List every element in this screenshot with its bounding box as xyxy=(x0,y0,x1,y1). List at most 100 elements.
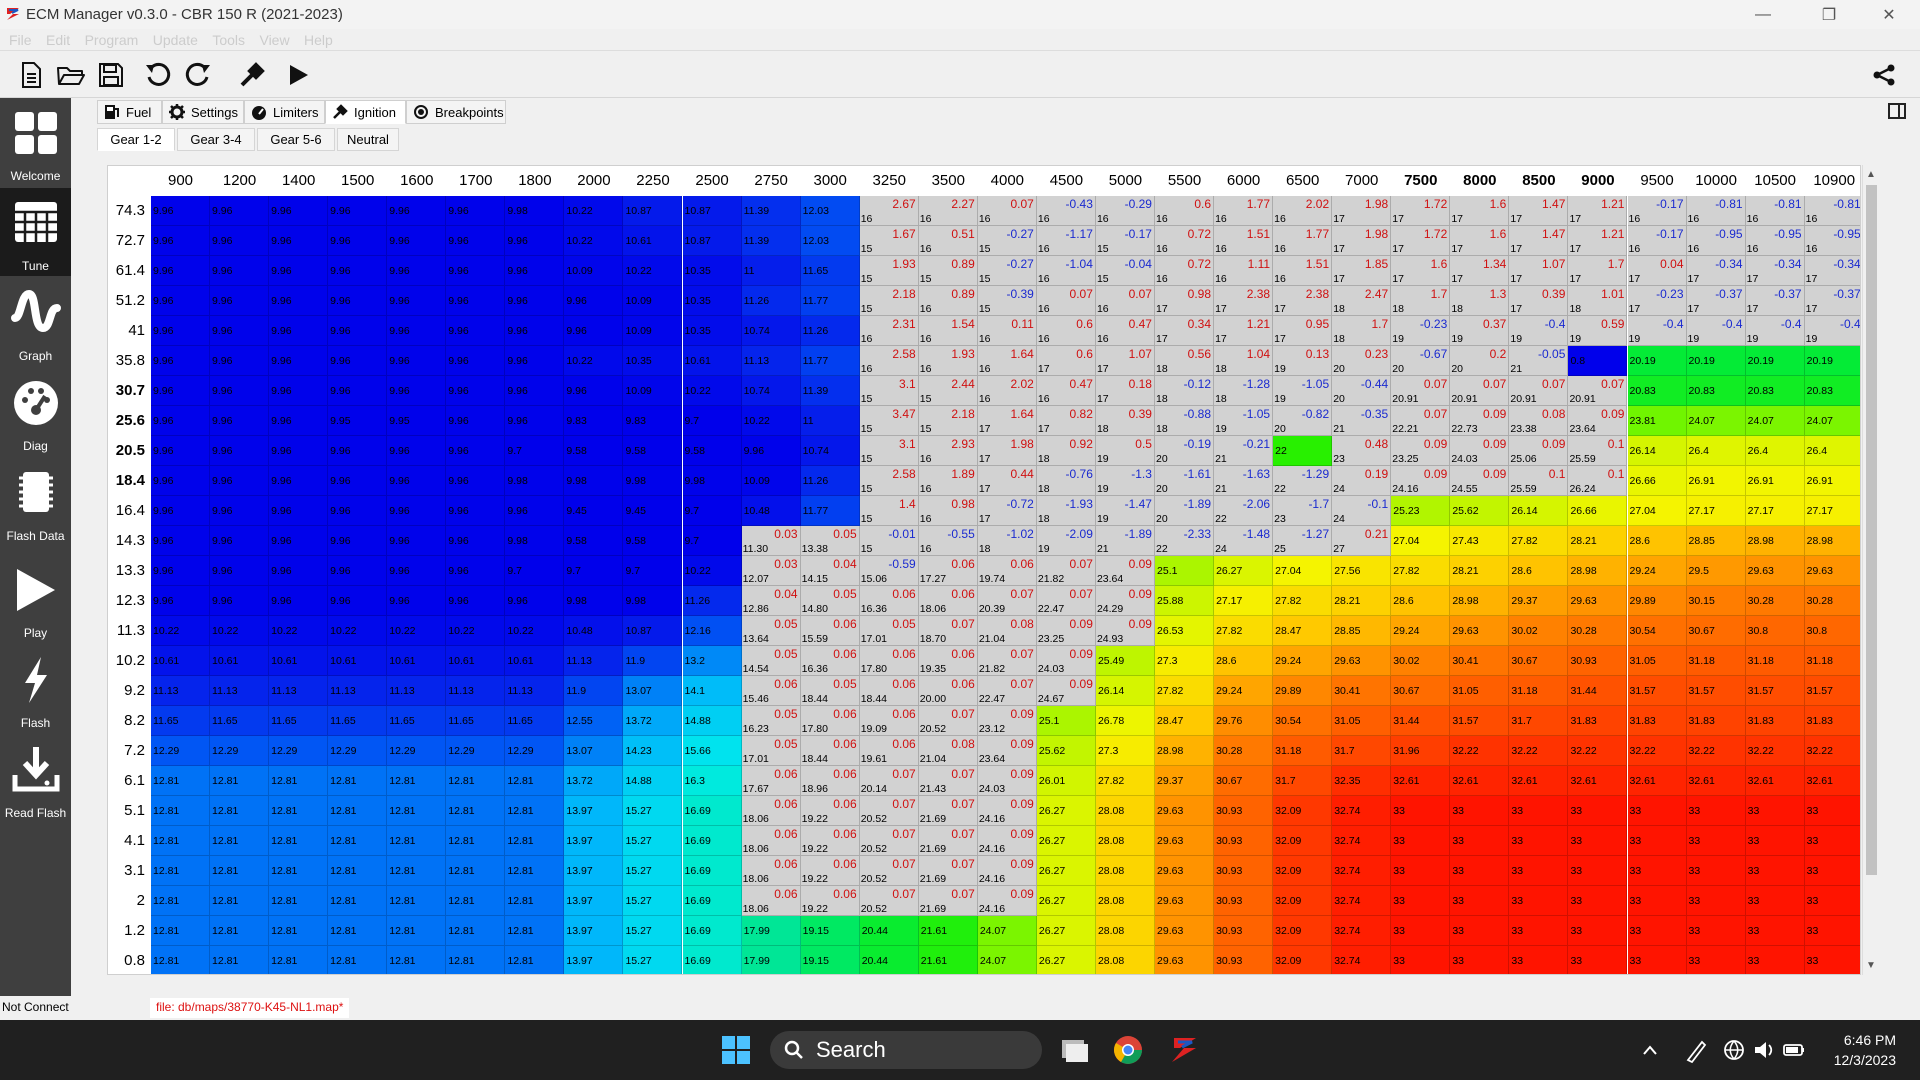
table-cell[interactable]: 27.82 xyxy=(1509,526,1569,556)
table-cell[interactable]: 33 xyxy=(1804,826,1860,856)
table-cell[interactable]: 27.3 xyxy=(1095,736,1155,766)
table-cell[interactable]: 11.26 xyxy=(800,316,860,346)
table-cell[interactable]: 10.61 xyxy=(269,646,329,676)
table-cell[interactable]: 9.96 xyxy=(269,526,329,556)
table-cell[interactable]: 28.21 xyxy=(1332,586,1392,616)
table-cell[interactable]: 10.22 xyxy=(564,226,624,256)
table-cell[interactable]: 30.8 xyxy=(1745,616,1805,646)
table-cell[interactable]: 28.98 xyxy=(1745,526,1805,556)
table-cell[interactable]: 33 xyxy=(1509,886,1569,916)
table-cell[interactable]: 33 xyxy=(1391,826,1451,856)
table-cell[interactable]: 26.66 xyxy=(1568,496,1628,526)
table-cell[interactable]: 33 xyxy=(1391,856,1451,886)
table-cell[interactable]: 12.81 xyxy=(151,916,210,946)
sidebar-item-graph[interactable]: Graph xyxy=(0,278,71,366)
table-cell[interactable]: 9.96 xyxy=(151,346,210,376)
table-cell[interactable]: 10.48 xyxy=(564,616,624,646)
table-cell[interactable]: 29.63 xyxy=(1155,826,1215,856)
table-cell[interactable]: 15.27 xyxy=(623,886,683,916)
table-cell[interactable]: 30.93 xyxy=(1214,916,1274,946)
table-cell[interactable]: 9.96 xyxy=(210,376,270,406)
table-cell[interactable]: 9.58 xyxy=(564,526,624,556)
table-cell[interactable]: 31.18 xyxy=(1509,676,1569,706)
undo-icon[interactable] xyxy=(142,59,174,91)
table-cell[interactable]: 33 xyxy=(1745,946,1805,974)
table-cell[interactable]: 28.6 xyxy=(1509,556,1569,586)
table-cell[interactable]: 29.63 xyxy=(1450,616,1510,646)
table-cell[interactable]: 26.91 xyxy=(1745,466,1805,496)
table-cell[interactable]: 12.81 xyxy=(446,826,506,856)
table-cell[interactable]: 9.96 xyxy=(151,496,210,526)
table-cell[interactable]: 0.56 18 xyxy=(1155,346,1215,376)
table-cell[interactable]: 9.83 xyxy=(564,406,624,436)
pen-icon[interactable] xyxy=(1684,1034,1708,1066)
table-cell[interactable]: 33 xyxy=(1568,946,1628,974)
table-cell[interactable]: 9.96 xyxy=(564,376,624,406)
close-button[interactable]: ✕ xyxy=(1866,0,1912,29)
table-cell[interactable]: 0.06 17.80 xyxy=(859,646,919,676)
table-cell[interactable]: 28.08 xyxy=(1095,946,1155,974)
table-cell[interactable]: 1.47 17 xyxy=(1509,196,1569,226)
table-cell[interactable]: 26.14 xyxy=(1627,436,1687,466)
table-cell[interactable]: 0.07 20.52 xyxy=(859,886,919,916)
table-cell[interactable]: 17.99 xyxy=(741,916,801,946)
table-cell[interactable]: 0.06 19.35 xyxy=(918,646,978,676)
table-cell[interactable]: 20.19 xyxy=(1804,346,1860,376)
table-cell[interactable]: 1.47 17 xyxy=(1509,226,1569,256)
table-cell[interactable]: 15.27 xyxy=(623,856,683,886)
table-cell[interactable]: 32.09 xyxy=(1273,826,1333,856)
table-cell[interactable]: 13.07 xyxy=(564,736,624,766)
table-cell[interactable]: 26.27 xyxy=(1214,556,1274,586)
table-cell[interactable]: 9.96 xyxy=(151,376,210,406)
table-cell[interactable]: 2.38 17 xyxy=(1214,286,1274,316)
table-cell[interactable]: 2.58 16 xyxy=(859,346,919,376)
table-cell[interactable]: 0.07 22.47 xyxy=(1036,586,1096,616)
table-cell[interactable]: 11 xyxy=(800,406,860,436)
table-cell[interactable]: 0.06 18.06 xyxy=(741,856,801,886)
scroll-thumb[interactable] xyxy=(1866,185,1877,875)
table-cell[interactable]: 0.07 20.14 xyxy=(859,766,919,796)
table-cell[interactable]: 29.76 xyxy=(1214,706,1274,736)
table-cell[interactable]: 1.64 16 xyxy=(977,346,1037,376)
table-cell[interactable]: 10.74 xyxy=(741,376,801,406)
table-cell[interactable]: 24.07 xyxy=(1686,406,1746,436)
table-cell[interactable]: 29.63 xyxy=(1332,646,1392,676)
table-cell[interactable]: 1.7 18 xyxy=(1391,286,1451,316)
table-cell[interactable]: 11.65 xyxy=(210,706,270,736)
table-cell[interactable]: 12.81 xyxy=(505,766,565,796)
table-cell[interactable]: 9.96 xyxy=(328,556,388,586)
sidebar-item-play[interactable]: Play xyxy=(0,555,71,643)
table-cell[interactable]: 9.83 xyxy=(623,406,683,436)
table-cell[interactable]: 26.91 xyxy=(1804,466,1860,496)
table-cell[interactable]: -0.59 15.06 xyxy=(859,556,919,586)
table-cell[interactable]: 0.09 25.06 xyxy=(1509,436,1569,466)
table-cell[interactable]: 28.98 xyxy=(1450,586,1510,616)
table-cell[interactable]: 9.96 xyxy=(151,556,210,586)
table-cell[interactable]: 22 xyxy=(1273,436,1333,466)
table-cell[interactable]: -0.19 20 xyxy=(1155,436,1215,466)
subtab-gear-1-2[interactable]: Gear 1-2 xyxy=(97,128,175,151)
table-cell[interactable]: -0.81 16 xyxy=(1745,196,1805,226)
table-cell[interactable]: 13.97 xyxy=(564,826,624,856)
table-cell[interactable]: 0.07 21.69 xyxy=(918,856,978,886)
table-cell[interactable]: 31.7 xyxy=(1273,766,1333,796)
table-cell[interactable]: 10.22 xyxy=(623,256,683,286)
table-cell[interactable]: 9.96 xyxy=(446,406,506,436)
table-cell[interactable]: 30.28 xyxy=(1745,586,1805,616)
table-cell[interactable]: -1.28 18 xyxy=(1214,376,1274,406)
table-cell[interactable]: 2.27 16 xyxy=(918,196,978,226)
save-icon[interactable] xyxy=(95,59,127,91)
table-cell[interactable]: 0.2 20 xyxy=(1450,346,1510,376)
table-cell[interactable]: 30.93 xyxy=(1214,946,1274,974)
table-cell[interactable]: 33 xyxy=(1509,796,1569,826)
table-cell[interactable]: 9.96 xyxy=(328,436,388,466)
table-cell[interactable]: 9.96 xyxy=(269,556,329,586)
table-cell[interactable]: 14.88 xyxy=(682,706,742,736)
table-cell[interactable]: 9.96 xyxy=(269,586,329,616)
network-globe-icon[interactable] xyxy=(1722,1034,1746,1066)
table-cell[interactable]: 9.96 xyxy=(505,226,565,256)
table-cell[interactable]: 11.65 xyxy=(387,706,447,736)
table-cell[interactable]: 0.18 17 xyxy=(1095,376,1155,406)
table-cell[interactable]: 10.61 xyxy=(505,646,565,676)
table-cell[interactable]: 20.19 xyxy=(1745,346,1805,376)
